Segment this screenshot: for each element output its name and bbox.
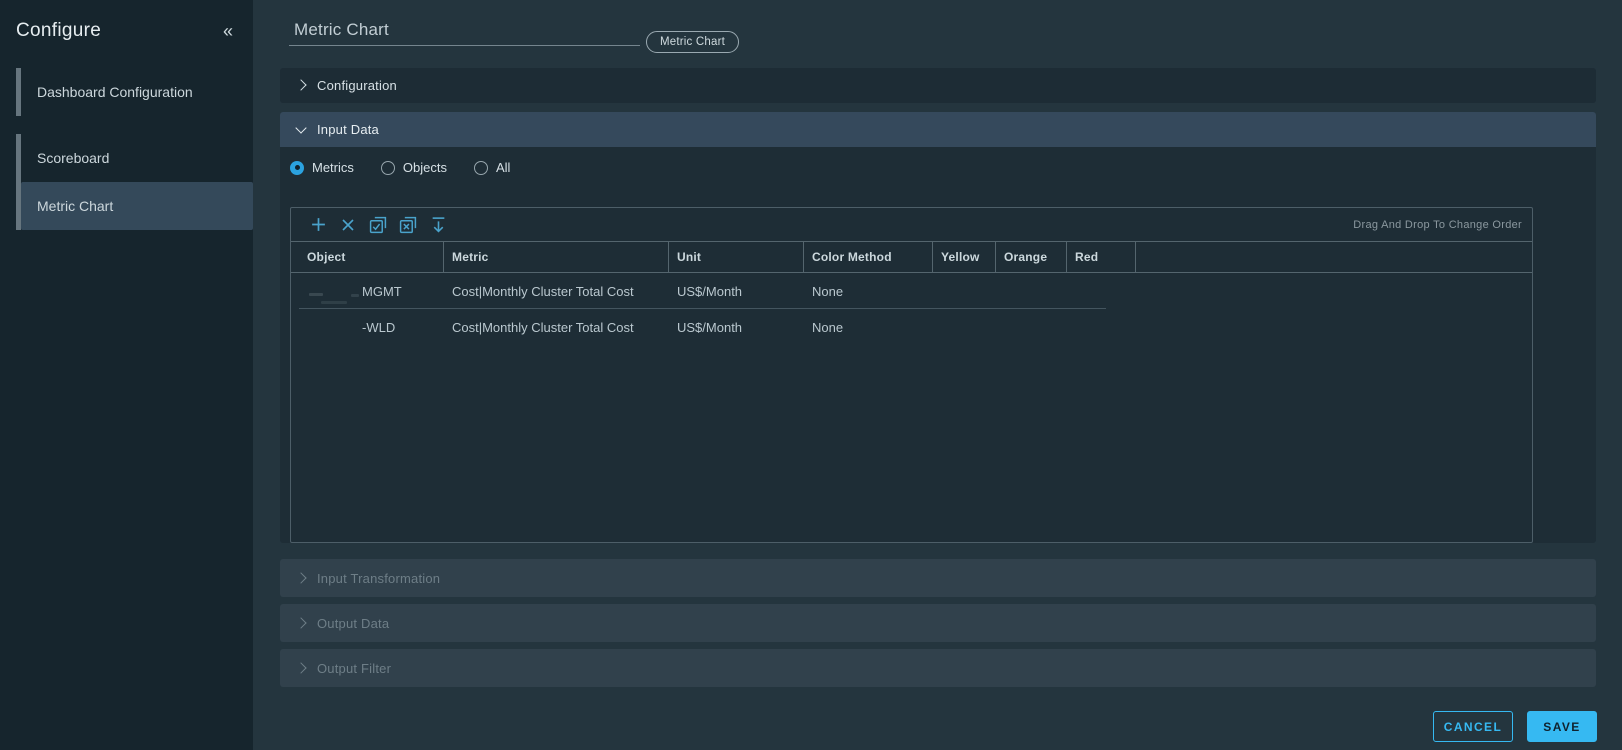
cell-unit: US$/Month bbox=[677, 319, 743, 335]
section-output-data-label: Output Data bbox=[317, 615, 390, 631]
section-input-data-label: Input Data bbox=[317, 122, 379, 137]
cell-orange bbox=[996, 309, 1067, 345]
chevron-right-icon bbox=[295, 571, 307, 584]
column-header-yellow: Yellow bbox=[933, 242, 996, 272]
section-configuration-label: Configuration bbox=[317, 78, 397, 93]
chevron-right-icon bbox=[295, 661, 307, 674]
column-header-color-method: Color Method bbox=[804, 242, 933, 272]
section-input-transformation[interactable]: Input Transformation bbox=[280, 559, 1596, 597]
save-button[interactable]: SAVE bbox=[1527, 711, 1597, 742]
column-header-object: Object bbox=[299, 242, 444, 272]
sidebar-title: Configure bbox=[16, 20, 102, 41]
cell-object: -WLD bbox=[362, 319, 396, 335]
section-output-data[interactable]: Output Data bbox=[280, 604, 1596, 642]
input-mode-radio-group: Metrics Objects All bbox=[290, 160, 1596, 175]
collapse-sidebar-icon[interactable]: « bbox=[219, 20, 237, 42]
cell-color-method: None bbox=[812, 319, 844, 335]
radio-unselected-icon bbox=[473, 160, 488, 175]
sidebar-item-dashboard-configuration[interactable]: Dashboard Configuration bbox=[21, 68, 253, 116]
sidebar-group-dashboard: Dashboard Configuration bbox=[16, 68, 253, 116]
sidebar-item-scoreboard[interactable]: Scoreboard bbox=[21, 134, 253, 182]
sidebar-item-metric-chart[interactable]: Metric Chart bbox=[21, 182, 253, 230]
section-configuration[interactable]: Configuration bbox=[280, 68, 1596, 103]
radio-all[interactable]: All bbox=[473, 160, 510, 175]
move-to-bottom-icon[interactable] bbox=[423, 213, 453, 237]
widget-type-badge: Metric Chart bbox=[646, 31, 740, 53]
section-input-data-card: Input Data Metrics Objects All Drag And … bbox=[280, 112, 1596, 543]
grid-header-row: Object Metric Unit Color Method Yellow O… bbox=[291, 241, 1532, 273]
column-header-empty bbox=[1136, 242, 1532, 272]
redaction-smudge bbox=[309, 292, 323, 296]
section-output-filter-label: Output Filter bbox=[317, 660, 392, 676]
radio-metrics[interactable]: Metrics bbox=[290, 160, 354, 175]
table-row[interactable]: MGMT Cost|Monthly Cluster Total Cost US$… bbox=[291, 273, 1532, 309]
select-all-icon[interactable] bbox=[363, 213, 393, 237]
cell-red bbox=[1067, 273, 1136, 309]
grid-toolbar: Drag And Drop To Change Order bbox=[291, 208, 1532, 241]
radio-objects[interactable]: Objects bbox=[380, 160, 447, 175]
cell-metric: Cost|Monthly Cluster Total Cost bbox=[452, 283, 634, 299]
widget-name-input[interactable] bbox=[289, 17, 640, 46]
section-input-transformation-label: Input Transformation bbox=[317, 570, 441, 586]
radio-selected-icon bbox=[290, 160, 304, 175]
cell-red bbox=[1067, 309, 1136, 345]
cell-metric: Cost|Monthly Cluster Total Cost bbox=[452, 319, 634, 335]
column-header-orange: Orange bbox=[996, 242, 1067, 272]
table-row[interactable]: -WLD Cost|Monthly Cluster Total Cost US$… bbox=[291, 309, 1532, 345]
section-output-filter[interactable]: Output Filter bbox=[280, 649, 1596, 687]
drag-drop-hint: Drag And Drop To Change Order bbox=[1353, 218, 1522, 231]
column-header-unit: Unit bbox=[669, 242, 804, 272]
cell-yellow bbox=[933, 273, 996, 309]
sidebar-header: Configure « bbox=[0, 0, 253, 42]
cell-color-method: None bbox=[812, 283, 844, 299]
configure-sidebar: Configure « Dashboard Configuration Scor… bbox=[0, 0, 253, 750]
chevron-right-icon bbox=[295, 79, 307, 91]
cell-unit: US$/Month bbox=[677, 283, 743, 299]
section-input-data[interactable]: Input Data bbox=[280, 112, 1596, 147]
cell-orange bbox=[996, 273, 1067, 309]
metrics-grid: Drag And Drop To Change Order Object Met… bbox=[290, 207, 1533, 543]
cell-object: MGMT bbox=[299, 273, 444, 309]
redaction-smudge bbox=[351, 293, 359, 297]
column-header-metric: Metric bbox=[444, 242, 669, 272]
cell-yellow bbox=[933, 309, 996, 345]
cancel-button[interactable]: CANCEL bbox=[1433, 711, 1513, 742]
radio-unselected-icon bbox=[380, 160, 395, 175]
main-panel: Metric Chart Configuration Input Data Me… bbox=[253, 0, 1622, 750]
configure-dashboard-app: Configure « Dashboard Configuration Scor… bbox=[0, 0, 1622, 750]
sidebar-group-widgets: Scoreboard Metric Chart bbox=[16, 134, 253, 230]
add-icon[interactable] bbox=[303, 213, 333, 237]
chevron-down-icon bbox=[295, 122, 307, 134]
redaction-smudge bbox=[321, 300, 347, 304]
column-header-red: Red bbox=[1067, 242, 1136, 272]
chevron-right-icon bbox=[295, 616, 307, 629]
remove-icon[interactable] bbox=[333, 213, 363, 237]
deselect-all-icon[interactable] bbox=[393, 213, 423, 237]
